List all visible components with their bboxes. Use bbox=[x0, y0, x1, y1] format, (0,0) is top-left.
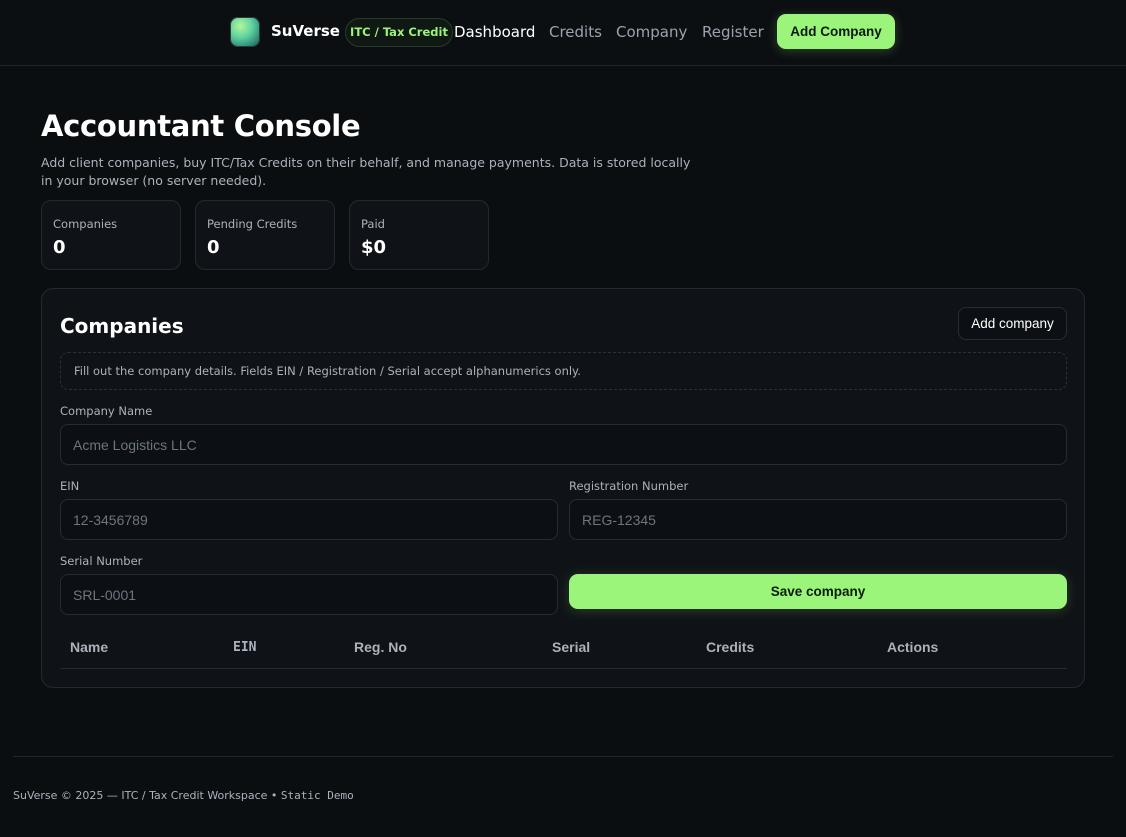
stat-card-companies: Companies 0 bbox=[41, 200, 181, 270]
stat-value: 0 bbox=[207, 237, 220, 258]
page-title: Accountant Console bbox=[41, 109, 361, 143]
ein-input[interactable] bbox=[60, 499, 558, 540]
footer-tag: Static Demo bbox=[280, 789, 354, 802]
nav-register[interactable]: Register bbox=[702, 23, 764, 41]
stat-label: Paid bbox=[361, 217, 385, 231]
stat-label: Companies bbox=[53, 217, 118, 231]
column-header-serial[interactable]: Serial bbox=[552, 639, 590, 655]
save-company-button[interactable]: Save company bbox=[569, 574, 1067, 609]
add-company-nav-button[interactable]: Add Company bbox=[777, 14, 895, 49]
company-name-input[interactable] bbox=[60, 424, 1067, 465]
stat-value: 0 bbox=[53, 237, 66, 258]
page-subtitle: Add client companies, buy ITC/Tax Credit… bbox=[41, 155, 691, 188]
registration-number-label: Registration Number bbox=[569, 479, 689, 493]
brand-badge: ITC / Tax Credit bbox=[345, 18, 453, 47]
column-header-name[interactable]: Name bbox=[70, 639, 108, 655]
stat-card-paid: Paid $0 bbox=[349, 200, 489, 270]
stat-value: $0 bbox=[361, 237, 387, 258]
column-header-credits[interactable]: Credits bbox=[706, 639, 754, 655]
nav-dashboard[interactable]: Dashboard bbox=[454, 23, 535, 41]
registration-number-input[interactable] bbox=[569, 499, 1067, 540]
serial-number-input[interactable] bbox=[60, 574, 558, 615]
column-header-ein[interactable]: EIN bbox=[233, 640, 256, 655]
top-navigation-bar: SuVerse ITC / Tax Credit Dashboard Credi… bbox=[0, 0, 1126, 66]
brand-name[interactable]: SuVerse bbox=[271, 22, 340, 40]
company-name-label: Company Name bbox=[60, 404, 153, 418]
footer-divider bbox=[13, 756, 1113, 757]
nav-credits[interactable]: Credits bbox=[549, 23, 602, 41]
table-divider bbox=[60, 668, 1067, 669]
nav-company[interactable]: Company bbox=[616, 23, 687, 41]
column-header-actions[interactable]: Actions bbox=[887, 639, 938, 655]
brand-logo-icon[interactable] bbox=[230, 17, 260, 47]
add-company-button[interactable]: Add company bbox=[958, 307, 1067, 340]
serial-number-label: Serial Number bbox=[60, 554, 143, 568]
footer: SuVerse © 2025 — ITC / Tax Credit Worksp… bbox=[13, 789, 354, 802]
footer-text: SuVerse © 2025 — ITC / Tax Credit Worksp… bbox=[13, 789, 281, 802]
companies-panel: Companies Add company Fill out the compa… bbox=[41, 288, 1085, 688]
companies-title: Companies bbox=[60, 314, 184, 338]
column-header-reg-no[interactable]: Reg. No bbox=[354, 639, 407, 655]
stat-card-pending-credits: Pending Credits 0 bbox=[195, 200, 335, 270]
form-notice: Fill out the company details. Fields EIN… bbox=[60, 352, 1067, 390]
stat-label: Pending Credits bbox=[207, 217, 298, 231]
ein-label: EIN bbox=[60, 479, 80, 493]
